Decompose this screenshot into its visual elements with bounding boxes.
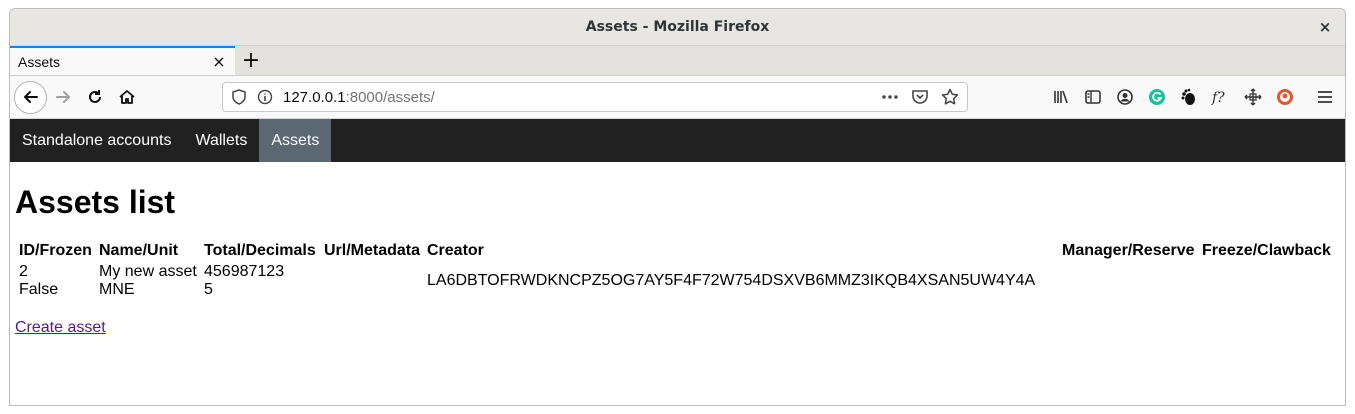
nav-assets[interactable]: Assets (259, 119, 332, 162)
column-header: Manager/Reserve (1062, 242, 1195, 259)
pocket-icon[interactable] (911, 88, 929, 106)
url-metadata-cell (324, 263, 423, 299)
home-icon (119, 90, 135, 104)
asset-unit: MNE (99, 281, 135, 298)
asset-id: 2 (19, 263, 28, 280)
tab-label: Assets (18, 53, 61, 70)
manager-reserve-cell (1062, 263, 1198, 299)
tab-bar: Assets × + (10, 46, 1345, 76)
page-title: Assets list (15, 184, 176, 220)
bookmark-star-icon[interactable] (941, 88, 959, 106)
library-icon (1054, 90, 1068, 104)
hamburger-menu-icon (1318, 91, 1332, 103)
title-bar: Assets - Mozilla Firefox × (10, 9, 1345, 46)
assets-table: ID/Frozen Name/Unit Total/Decimals Url/M… (15, 239, 1336, 301)
freeze-clawback-cell (1202, 263, 1332, 299)
forward-arrow-icon (56, 91, 70, 103)
reload-icon (89, 90, 101, 103)
name-unit-cell: My new asset MNE (99, 263, 200, 299)
move-cursor-icon (1244, 88, 1262, 106)
asset-name: My new asset (99, 263, 197, 280)
site-navbar: Standalone accounts Wallets Assets (10, 119, 1345, 162)
column-header: Creator (427, 242, 484, 259)
table-header-row: ID/Frozen Name/Unit Total/Decimals Url/M… (19, 241, 1332, 261)
column-header: ID/Frozen (19, 242, 92, 259)
sidebar-button[interactable] (1077, 81, 1109, 113)
page-actions-icon[interactable] (881, 88, 899, 106)
column-header: Total/Decimals (204, 242, 316, 259)
url-host: 127.0.0.1 (283, 88, 346, 106)
url-text: 127.0.0.1:8000/assets/ (283, 89, 435, 106)
nav-standalone-accounts[interactable]: Standalone accounts (10, 119, 183, 162)
toolbar-right: f? (1045, 81, 1341, 113)
duckduckgo-extension-button[interactable] (1269, 81, 1301, 113)
navigation-toolbar: 127.0.0.1:8000/assets/ f? (10, 76, 1345, 119)
reload-button[interactable] (79, 81, 111, 113)
column-header: Url/Metadata (324, 242, 421, 259)
create-asset-link[interactable]: Create asset (15, 319, 106, 337)
asset-frozen: False (19, 281, 59, 298)
move-extension-button[interactable] (1237, 81, 1269, 113)
home-button[interactable] (111, 81, 143, 113)
back-arrow-icon (23, 91, 38, 103)
menu-button[interactable] (1309, 81, 1341, 113)
grammarly-icon (1149, 89, 1165, 105)
site-info-icon[interactable] (257, 89, 273, 105)
column-header: Freeze/Clawback (1202, 242, 1331, 259)
library-button[interactable] (1045, 81, 1077, 113)
browser-window: Assets - Mozilla Firefox × Assets × + 12… (9, 8, 1346, 406)
tracking-shield-icon[interactable] (231, 89, 247, 105)
creator-cell: LA6DBTOFRWDKNCPZ5OG7AY5F4F72W754DSXVB6MM… (427, 272, 1036, 289)
duckduckgo-icon (1277, 89, 1293, 105)
function-icon: f? (1211, 90, 1225, 106)
asset-total: 456987123 (204, 263, 285, 280)
back-button[interactable] (14, 80, 47, 114)
svg-text:f?: f? (1211, 90, 1225, 106)
page-content: Assets list ID/Frozen Name/Unit Total/De… (10, 184, 1345, 337)
formula-extension-button[interactable]: f? (1205, 81, 1237, 113)
tab-assets[interactable]: Assets × (10, 46, 235, 75)
column-header: Name/Unit (99, 242, 179, 259)
url-bar[interactable]: 127.0.0.1:8000/assets/ (222, 82, 968, 112)
window-close-button[interactable]: × (1315, 17, 1335, 37)
account-button[interactable] (1109, 81, 1141, 113)
account-icon (1117, 89, 1133, 105)
tab-close-icon[interactable]: × (211, 52, 227, 71)
new-tab-button[interactable]: + (235, 46, 267, 75)
nav-wallets[interactable]: Wallets (183, 119, 259, 162)
url-path: :8000/assets/ (345, 88, 435, 106)
asset-decimals: 5 (204, 281, 213, 298)
window-title: Assets - Mozilla Firefox (585, 19, 770, 35)
grammarly-extension-button[interactable] (1141, 81, 1173, 113)
id-frozen-cell: 2 False (19, 263, 95, 299)
gnome-foot-icon (1181, 88, 1195, 105)
total-decimals-cell: 456987123 5 (204, 263, 320, 299)
gnome-extension-button[interactable] (1173, 81, 1205, 113)
sidebar-icon (1085, 90, 1101, 104)
table-row: 2 False My new asset MNE 456987123 5 LA6… (19, 263, 1332, 299)
forward-button[interactable] (47, 81, 79, 113)
